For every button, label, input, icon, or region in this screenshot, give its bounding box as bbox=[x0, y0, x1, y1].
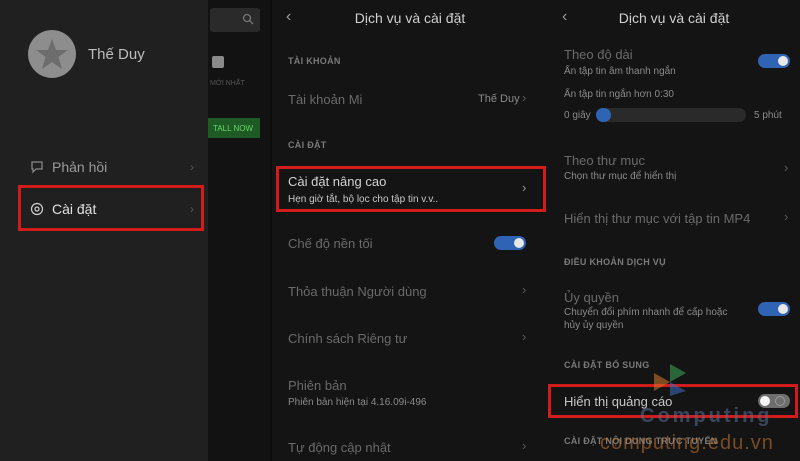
chevron-right-icon: › bbox=[784, 160, 789, 175]
watermark-brand: Computing bbox=[640, 405, 773, 427]
section-header-account: TÀI KHOẢN bbox=[288, 56, 341, 66]
chevron-right-icon: › bbox=[522, 329, 527, 344]
row-label: Chế độ nền tối bbox=[288, 236, 373, 251]
background-content bbox=[208, 0, 270, 461]
highlight-box-advanced bbox=[276, 166, 546, 212]
star-icon bbox=[36, 39, 68, 69]
page-title: Dịch vụ và cài đặt bbox=[618, 10, 730, 26]
row-label: Ủy quyền bbox=[564, 290, 619, 305]
slider-max-label: 5 phút bbox=[754, 110, 782, 121]
watermark-logo-icon bbox=[654, 364, 686, 396]
search-icon bbox=[242, 13, 254, 25]
row-sublabel: hủy ủy quyền bbox=[564, 320, 624, 331]
settings-panel: ‹ Dịch vụ và cài đặt TÀI KHOẢN Tài khoản… bbox=[272, 0, 548, 461]
slider-fill bbox=[596, 108, 611, 122]
row-label: Theo độ dài bbox=[564, 47, 633, 62]
row-label: Phiên bản bbox=[288, 378, 347, 393]
chevron-right-icon: › bbox=[784, 209, 789, 224]
row-label: Theo thư mục bbox=[564, 153, 645, 168]
row-sublabel: Phiên bản hiện tại 4.16.09i-496 bbox=[288, 397, 427, 408]
behind-small-text: MỚI NHẤT bbox=[210, 80, 245, 87]
dark-mode-toggle[interactable] bbox=[494, 236, 526, 250]
watermark-site: computing.edu.vn bbox=[600, 432, 774, 454]
search-box-behind bbox=[210, 8, 260, 32]
drawer-panel: MỚI NHẤT TALL NOW Thế Duy Phản hồi › Cài… bbox=[0, 0, 270, 461]
avatar[interactable] bbox=[28, 30, 76, 78]
section-header-terms: ĐIỀU KHOẢN DỊCH VỤ bbox=[564, 257, 666, 267]
section-header-extra: CÀI ĐẶT BỔ SUNG bbox=[564, 360, 650, 370]
section-header-settings: CÀI ĐẶT bbox=[288, 140, 327, 150]
hide-shorter-label: Ẩn tập tin ngắn hơn 0:30 bbox=[564, 89, 674, 100]
chevron-right-icon: › bbox=[522, 438, 527, 453]
row-sublabel: Chuyển đổi phím nhanh để cấp hoặc bbox=[564, 307, 728, 318]
feedback-icon bbox=[30, 160, 44, 174]
chevron-right-icon: › bbox=[190, 160, 194, 174]
duration-slider[interactable] bbox=[596, 108, 746, 122]
filter-length-toggle[interactable] bbox=[758, 54, 790, 68]
row-label: Hiển thị thư mục với tập tin MP4 bbox=[564, 211, 751, 226]
highlight-box-settings bbox=[18, 185, 204, 231]
slider-min-label: 0 giây bbox=[564, 110, 591, 121]
row-label: Tự động cập nhật bbox=[288, 440, 391, 455]
chevron-right-icon: › bbox=[522, 90, 527, 105]
page-title: Dịch vụ và cài đặt bbox=[354, 10, 466, 26]
row-sublabel: Chọn thư mục để hiển thị bbox=[564, 171, 677, 182]
authorization-toggle[interactable] bbox=[758, 302, 790, 316]
row-label: Tài khoản Mi bbox=[288, 92, 363, 107]
user-name: Thế Duy bbox=[88, 46, 145, 63]
account-value: Thế Duy bbox=[478, 93, 520, 105]
drawer-item-feedback[interactable]: Phản hồi › bbox=[30, 152, 200, 182]
chevron-right-icon: › bbox=[522, 282, 527, 297]
row-sublabel: Ẩn tập tin âm thanh ngắn bbox=[564, 66, 676, 77]
drawer-item-label: Phản hồi bbox=[52, 159, 108, 175]
checkbox-behind bbox=[212, 56, 224, 68]
row-label: Chính sách Riêng tư bbox=[288, 331, 408, 346]
install-button-behind: TALL NOW bbox=[206, 118, 260, 138]
row-label: Thỏa thuận Người dùng bbox=[288, 284, 427, 299]
